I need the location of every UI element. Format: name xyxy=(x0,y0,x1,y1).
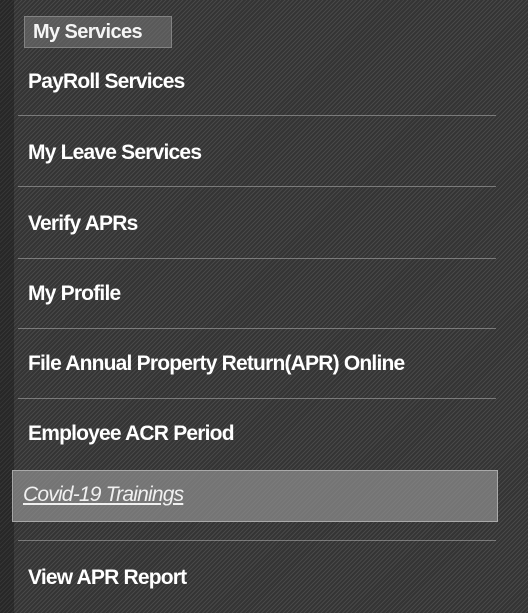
menu-item-employee-acr-period[interactable]: Employee ACR Period xyxy=(18,412,508,462)
menu-item-my-profile[interactable]: My Profile xyxy=(18,272,508,322)
menu-header: My Services xyxy=(24,16,172,48)
menu-item-label: View APR Report xyxy=(28,566,187,589)
menu-item-label: Covid-19 Trainings xyxy=(23,483,184,506)
services-menu-panel: My Services PayRoll Services My Leave Se… xyxy=(0,0,528,613)
divider xyxy=(18,398,496,399)
menu-item-view-apr-report[interactable]: View APR Report xyxy=(18,556,508,606)
menu-title: My Services xyxy=(33,21,143,43)
divider xyxy=(18,258,496,259)
divider xyxy=(18,540,496,541)
menu-item-label: My Leave Services xyxy=(28,141,202,164)
divider xyxy=(18,328,496,329)
menu-item-verify-aprs[interactable]: Verify APRs xyxy=(18,202,508,252)
menu-item-label: Verify APRs xyxy=(28,212,138,235)
menu-item-label: Employee ACR Period xyxy=(28,422,235,445)
menu-item-label: File Annual Property Return(APR) Online xyxy=(28,352,405,375)
menu-item-my-leave-services[interactable]: My Leave Services xyxy=(18,131,508,181)
menu-item-payroll-services[interactable]: PayRoll Services xyxy=(18,60,508,110)
menu-item-covid-19-trainings[interactable]: Covid-19 Trainings xyxy=(12,470,498,522)
divider xyxy=(18,186,496,187)
menu-item-label: My Profile xyxy=(28,282,121,305)
menu-item-file-apr-online[interactable]: File Annual Property Return(APR) Online xyxy=(18,342,508,392)
menu-item-label: PayRoll Services xyxy=(28,70,185,93)
divider xyxy=(18,115,496,116)
